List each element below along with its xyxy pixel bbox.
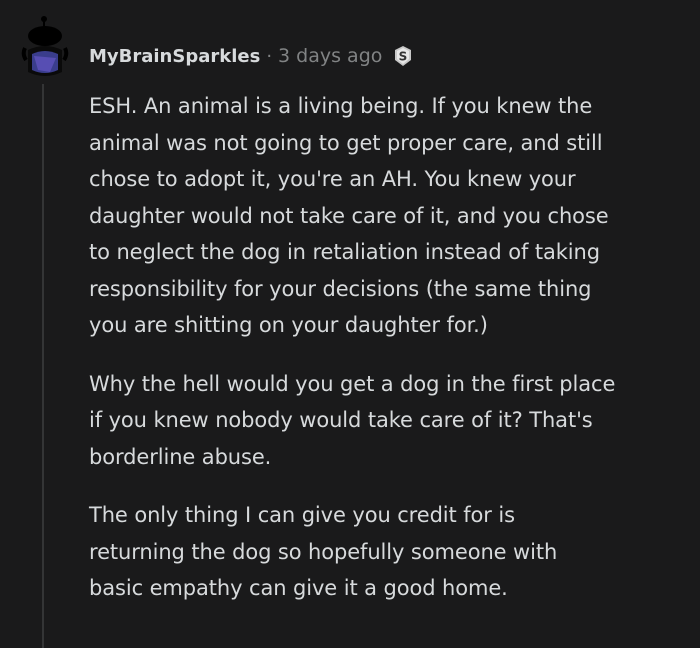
user-avatar[interactable] [20,14,70,78]
paragraph-line: you are shitting on your daughter for.) [89,313,488,337]
meta-separator: · [266,45,273,67]
username-link[interactable]: MyBrainSparkles [89,46,260,67]
paragraph-line: borderline abuse. [89,444,272,469]
comment-paragraph-3: The only thing I can give you credit for… [89,497,689,607]
paragraph-line: ESH. An animal is a living being. If you… [89,94,593,118]
paragraph-line: animal was not going to get proper care,… [89,130,603,155]
paragraph-line: responsibility for your decisions (the s… [89,276,592,301]
comment-timestamp[interactable]: 3 days ago [278,45,382,67]
snoo-avatar-icon [21,16,69,76]
silver-award-icon[interactable]: S [392,45,414,67]
comment-header: MyBrainSparkles · 3 days ago S [89,41,414,71]
paragraph-line: daughter would not take care of it, and … [89,203,609,228]
paragraph-line: The only thing I can give you credit for… [89,503,515,527]
comment-paragraph-2: Why the hell would you get a dog in the … [89,366,689,476]
paragraph-line: chose to adopt it, you're an AH. You kne… [89,167,576,191]
paragraph-line: basic empathy can give it a good home. [89,576,508,600]
paragraph-line: if you knew nobody would take care of it… [89,408,593,432]
comment-paragraph-1: ESH. An animal is a living being. If you… [89,88,689,344]
thread-line[interactable] [42,84,44,648]
paragraph-line: to neglect the dog in retaliation instea… [89,240,600,264]
paragraph-line: returning the dog so hopefully someone w… [89,539,558,564]
svg-text:S: S [399,50,408,64]
paragraph-line: Why the hell would you get a dog in the … [89,371,616,396]
comment-body: ESH. An animal is a living being. If you… [89,88,689,629]
